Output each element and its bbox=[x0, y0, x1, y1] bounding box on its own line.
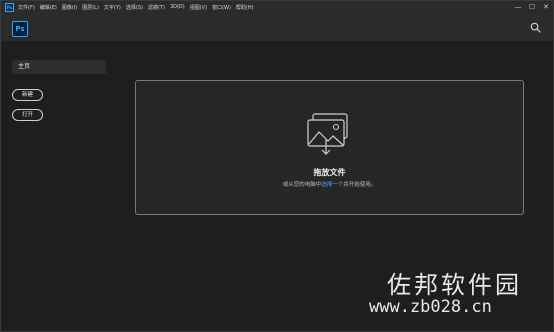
drop-subtitle: 或从您的电脑中选择一个并开始使用。 bbox=[136, 180, 523, 188]
maximize-button[interactable]: ☐ bbox=[525, 1, 539, 13]
drop-subtitle-prefix: 或从您的电脑中 bbox=[282, 182, 322, 188]
open-button[interactable]: 打开 bbox=[12, 109, 43, 121]
menu-image[interactable]: 图像(I) bbox=[62, 4, 77, 11]
menu-3d[interactable]: 3D(D) bbox=[170, 4, 185, 10]
menu-filter[interactable]: 滤镜(T) bbox=[148, 4, 165, 11]
drop-zone[interactable]: 拖放文件 或从您的电脑中选择一个并开始使用。 bbox=[135, 80, 524, 215]
menu-view[interactable]: 视图(V) bbox=[190, 4, 207, 11]
menu-select[interactable]: 选择(S) bbox=[126, 4, 143, 11]
close-button[interactable]: ✕ bbox=[539, 1, 553, 13]
watermark-text: 佐邦软件园 bbox=[387, 271, 522, 299]
menu-window[interactable]: 窗口(W) bbox=[212, 4, 231, 11]
photoshop-logo[interactable]: Ps bbox=[12, 21, 28, 37]
new-button[interactable]: 新建 bbox=[12, 89, 43, 101]
window-controls: — ☐ ✕ bbox=[511, 1, 553, 13]
app-icon: Ps bbox=[5, 2, 14, 12]
minimize-button[interactable]: — bbox=[511, 1, 525, 13]
app-window: Ps 文件(F) 编辑(E) 图像(I) 图层(L) 文字(Y) 选择(S) 滤… bbox=[0, 0, 554, 332]
drop-title: 拖放文件 bbox=[313, 168, 346, 177]
menu-help[interactable]: 帮助(H) bbox=[236, 4, 254, 11]
choose-file-link[interactable]: 选择一个 bbox=[321, 182, 343, 188]
menu-type[interactable]: 文字(Y) bbox=[104, 4, 121, 11]
menu-edit[interactable]: 编辑(E) bbox=[40, 4, 57, 11]
menu-layer[interactable]: 图层(L) bbox=[82, 4, 99, 11]
search-icon[interactable] bbox=[530, 22, 541, 33]
drop-image-icon bbox=[307, 113, 348, 155]
menu-bar: Ps 文件(F) 编辑(E) 图像(I) 图层(L) 文字(Y) 选择(S) 滤… bbox=[1, 1, 553, 13]
menu-file[interactable]: 文件(F) bbox=[18, 4, 35, 11]
drop-subtitle-suffix: 并开始使用。 bbox=[343, 182, 377, 188]
sidebar-item-home[interactable]: 主页 bbox=[12, 60, 106, 74]
watermark-url: www.zb028.cn bbox=[369, 297, 492, 317]
home-header: Ps bbox=[1, 13, 553, 41]
